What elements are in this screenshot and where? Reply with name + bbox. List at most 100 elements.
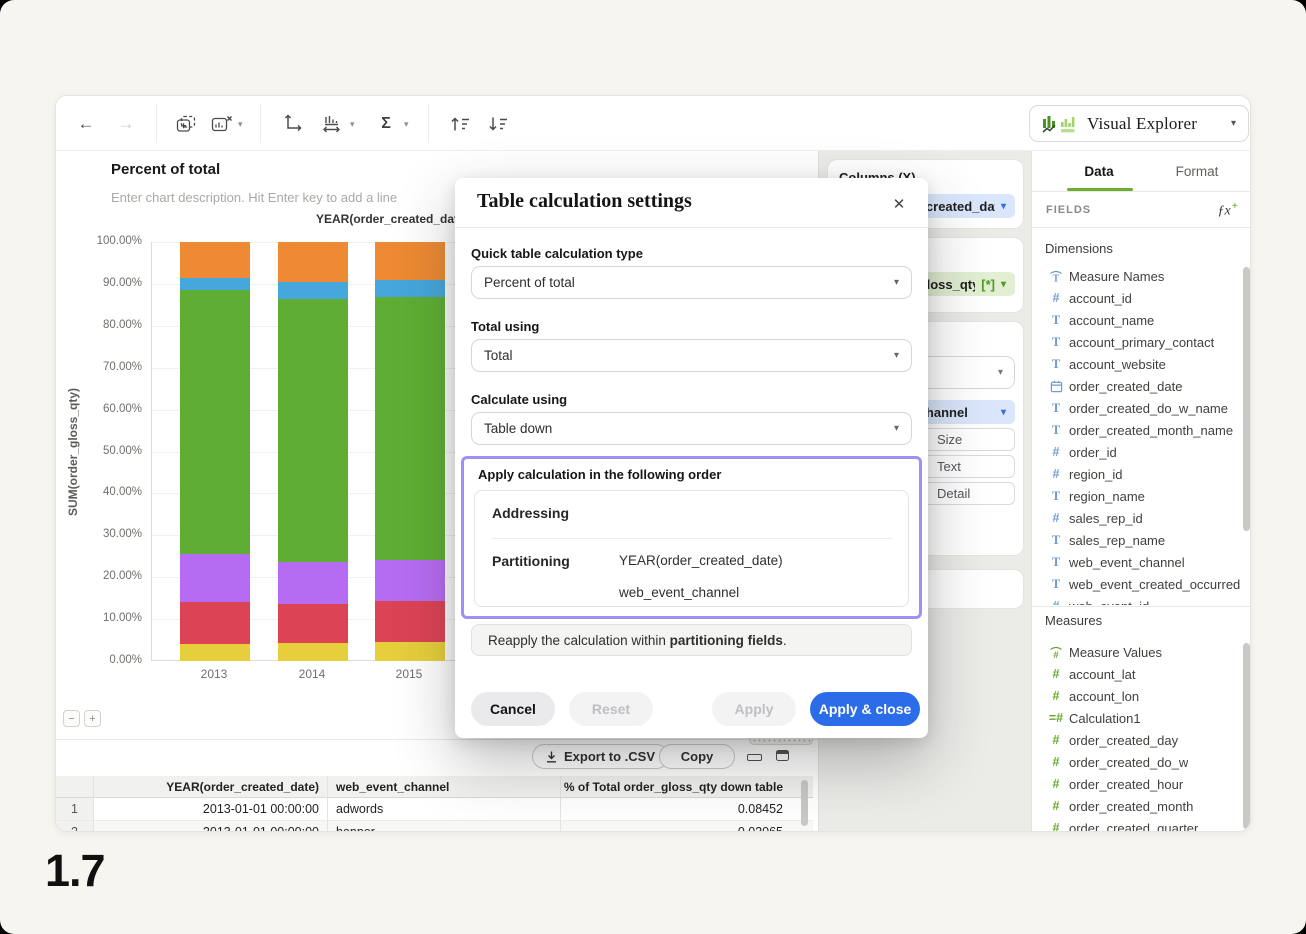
bar-segment-2014-segment-orange[interactable] (278, 242, 348, 283)
chevron-down-icon[interactable]: ▾ (1001, 279, 1006, 290)
field-item[interactable]: # sales_rep_id (1032, 507, 1240, 529)
duplicate-button[interactable] (172, 110, 200, 138)
field-item[interactable]: Tregion_name (1032, 485, 1240, 507)
apply-and-close-button[interactable]: Apply & close (810, 692, 920, 726)
bar-segment-2015-segment-blue[interactable] (375, 279, 445, 297)
table-row[interactable]: 2 2013-01-01 00:00:00 banner 0.03065 (56, 821, 813, 832)
apply-button[interactable]: Apply (712, 692, 796, 726)
sort-ascending-button[interactable] (446, 110, 474, 138)
bar-segment-2014-segment-purple[interactable] (278, 561, 348, 604)
field-item[interactable]: Tweb_event_created_occurred... (1032, 573, 1240, 595)
bar-segment-2014-segment-green[interactable] (278, 299, 348, 562)
bar-segment-2015-segment-orange[interactable] (375, 242, 445, 280)
text-icon: T (1051, 532, 1061, 547)
chevron-down-icon: ▾ (997, 367, 1003, 378)
calc-type-select[interactable]: Percent of total ▾ (471, 266, 912, 299)
field-item[interactable]: #web_event_id (1032, 595, 1240, 606)
table-row[interactable]: 1 2013-01-01 00:00:00 adwords 0.08452 (56, 798, 813, 821)
back-button[interactable]: ← (72, 110, 100, 138)
text-icon: T (1051, 554, 1061, 569)
calculate-using-select[interactable]: Table down ▾ (471, 412, 912, 445)
field-item[interactable]: # account_lat (1032, 663, 1240, 685)
chevron-down-icon[interactable]: ▾ (1001, 407, 1006, 418)
zoom-in-button[interactable]: + (84, 710, 101, 727)
maximize-panel-button[interactable] (773, 749, 791, 764)
field-item[interactable]: # account_id (1032, 287, 1240, 309)
sort-descending-button[interactable] (484, 110, 512, 138)
dimensions-scrollbar[interactable] (1243, 267, 1250, 531)
field-label: web_event_id (1069, 599, 1149, 606)
bar-segment-2014-segment-red[interactable] (278, 603, 348, 643)
row-divider (492, 538, 892, 539)
back-icon: ← (77, 114, 95, 133)
measures-scrollbar[interactable] (1243, 643, 1250, 829)
field-item[interactable]: Torder_created_do_w_name (1032, 397, 1240, 419)
text-icon: T (1051, 400, 1061, 415)
field-item[interactable]: # order_created_do_w (1032, 751, 1240, 773)
chevron-down-icon[interactable]: ▾ (404, 119, 409, 130)
remove-chart-button[interactable] (208, 110, 236, 138)
reset-button[interactable]: Reset (569, 692, 653, 726)
export-csv-button[interactable]: Export to .CSV (532, 744, 670, 769)
number-icon: # (1052, 667, 1060, 681)
bar-segment-2014-segment-yellow[interactable] (278, 642, 348, 661)
field-item[interactable]: Taccount_name (1032, 309, 1240, 331)
chevron-down-icon[interactable]: ▾ (1001, 201, 1006, 212)
bar-segment-2015-segment-yellow[interactable] (375, 641, 445, 661)
total-using-select[interactable]: Total ▾ (471, 339, 912, 372)
number-icon: # (1052, 733, 1060, 747)
field-item[interactable]: order_created_date (1032, 375, 1240, 397)
add-calculation-icon[interactable]: ƒx+ (1218, 200, 1239, 220)
copy-button[interactable]: Copy (659, 744, 735, 769)
field-item[interactable]: # order_created_month (1032, 795, 1240, 817)
forward-button[interactable]: → (112, 110, 140, 138)
tab-format[interactable]: Format (1152, 151, 1242, 191)
bar-segment-2013-segment-green[interactable] (180, 290, 250, 555)
field-item[interactable]: # order_id (1032, 441, 1240, 463)
aggregate-button[interactable]: Σ (372, 110, 400, 138)
zoom-out-button[interactable]: − (63, 710, 80, 727)
swap-axes-button[interactable] (278, 110, 306, 138)
bar-segment-2013-segment-blue[interactable] (180, 277, 250, 291)
field-item[interactable]: # order_created_day (1032, 729, 1240, 751)
text-icon: T (1051, 334, 1061, 349)
field-item[interactable]: T Measure Names (1032, 265, 1240, 287)
field-item[interactable]: Torder_created_month_name (1032, 419, 1240, 441)
field-item[interactable]: # order_created_hour (1032, 773, 1240, 795)
bar-segment-2015-segment-red[interactable] (375, 601, 445, 642)
dimensions-label: Dimensions (1045, 241, 1113, 256)
tab-data[interactable]: Data (1054, 151, 1144, 191)
field-item[interactable]: Taccount_website (1032, 353, 1240, 375)
bar-segment-2015-segment-green[interactable] (375, 296, 445, 561)
partitioning-field: YEAR(order_created_date) (619, 553, 783, 568)
field-label: web_event_channel (1069, 554, 1185, 570)
chart-description-placeholder[interactable]: Enter chart description. Hit Enter key t… (111, 190, 397, 205)
visual-explorer-switcher[interactable]: Visual Explorer ▾ (1029, 105, 1249, 142)
close-button[interactable]: ✕ (888, 193, 910, 215)
bar-segment-2013-segment-purple[interactable] (180, 554, 250, 603)
bar-segment-2013-segment-orange[interactable] (180, 242, 250, 278)
minimize-panel-button[interactable] (745, 749, 763, 764)
bar-segment-2013-segment-yellow[interactable] (180, 644, 250, 661)
bar-segment-2014-segment-blue[interactable] (278, 282, 348, 300)
table-cell: 0.03065 (737, 825, 783, 832)
bar-segment-2015-segment-purple[interactable] (375, 560, 445, 602)
chart-title[interactable]: Percent of total (111, 161, 220, 178)
sort-descending-icon (489, 117, 507, 131)
field-item[interactable]: # region_id (1032, 463, 1240, 485)
field-item[interactable]: Tsales_rep_name (1032, 529, 1240, 551)
chevron-down-icon[interactable]: ▾ (238, 119, 243, 130)
field-item[interactable]: =# Calculation1 (1032, 707, 1240, 729)
bar-segment-2013-segment-red[interactable] (180, 602, 250, 645)
text-icon: T (1051, 356, 1061, 371)
field-item[interactable]: Tweb_event_channel (1032, 551, 1240, 573)
cancel-button[interactable]: Cancel (471, 692, 555, 726)
svg-text:T: T (1053, 274, 1060, 284)
field-item[interactable]: Taccount_primary_contact (1032, 331, 1240, 353)
field-item[interactable]: # account_lon (1032, 685, 1240, 707)
field-item[interactable]: # Measure Values (1032, 641, 1240, 663)
chart-type-button[interactable] (318, 110, 346, 138)
chevron-down-icon[interactable]: ▾ (350, 119, 355, 130)
field-item[interactable]: # order_created_quarter (1032, 817, 1240, 832)
table-scrollbar[interactable] (801, 780, 808, 826)
